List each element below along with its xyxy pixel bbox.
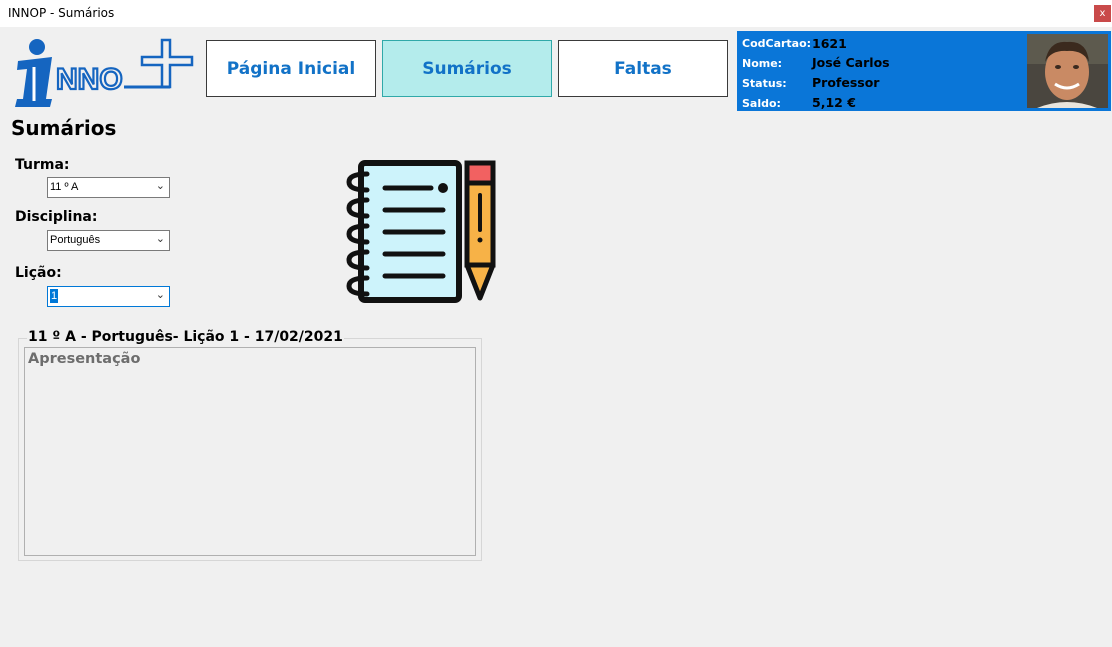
disciplina-label: Disciplina: [15, 209, 98, 225]
close-button[interactable]: x [1094, 5, 1111, 22]
summary-header: 11 º A - Português- Lição 1 - 17/02/2021 [27, 329, 344, 345]
saldo-value: 5,12 € [812, 95, 856, 110]
disciplina-value: Português [50, 234, 101, 246]
licao-value: 1 [50, 289, 59, 303]
page-title: Sumários [11, 116, 117, 140]
licao-select[interactable]: 1 ⌄ [47, 286, 170, 307]
svg-text:NNO: NNO [56, 63, 123, 96]
notebook-pencil-icon [346, 160, 496, 303]
status-label: Status: [742, 77, 787, 90]
nome-label: Nome: [742, 57, 783, 70]
summary-text: Apresentação [28, 351, 141, 367]
turma-label: Turma: [15, 157, 70, 173]
turma-value: 11 º A [50, 181, 79, 193]
codcartao-value: 1621 [812, 36, 847, 51]
saldo-label: Saldo: [742, 97, 781, 110]
nav-home-button[interactable]: Página Inicial [206, 40, 376, 97]
nome-value: José Carlos [812, 55, 890, 70]
nav-sumarios-button[interactable]: Sumários [382, 40, 552, 97]
turma-select[interactable]: 11 º A ⌄ [47, 177, 170, 198]
window-title: INNOP - Sumários [8, 6, 115, 20]
summary-textarea[interactable]: Apresentação [24, 347, 476, 556]
innop-logo: NNO [15, 38, 194, 107]
codcartao-label: CodCartao: [742, 37, 812, 50]
chevron-down-icon: ⌄ [155, 180, 165, 192]
status-value: Professor [812, 75, 880, 90]
chevron-down-icon: ⌄ [155, 289, 165, 301]
nav-faltas-button[interactable]: Faltas [558, 40, 728, 97]
avatar [1027, 34, 1108, 108]
chevron-down-icon: ⌄ [155, 233, 165, 245]
user-info-panel: CodCartao: 1621 Nome: José Carlos Status… [737, 31, 1111, 111]
licao-label: Lição: [15, 265, 62, 281]
disciplina-select[interactable]: Português ⌄ [47, 230, 170, 251]
title-bar: INNOP - Sumários x [0, 0, 1112, 27]
